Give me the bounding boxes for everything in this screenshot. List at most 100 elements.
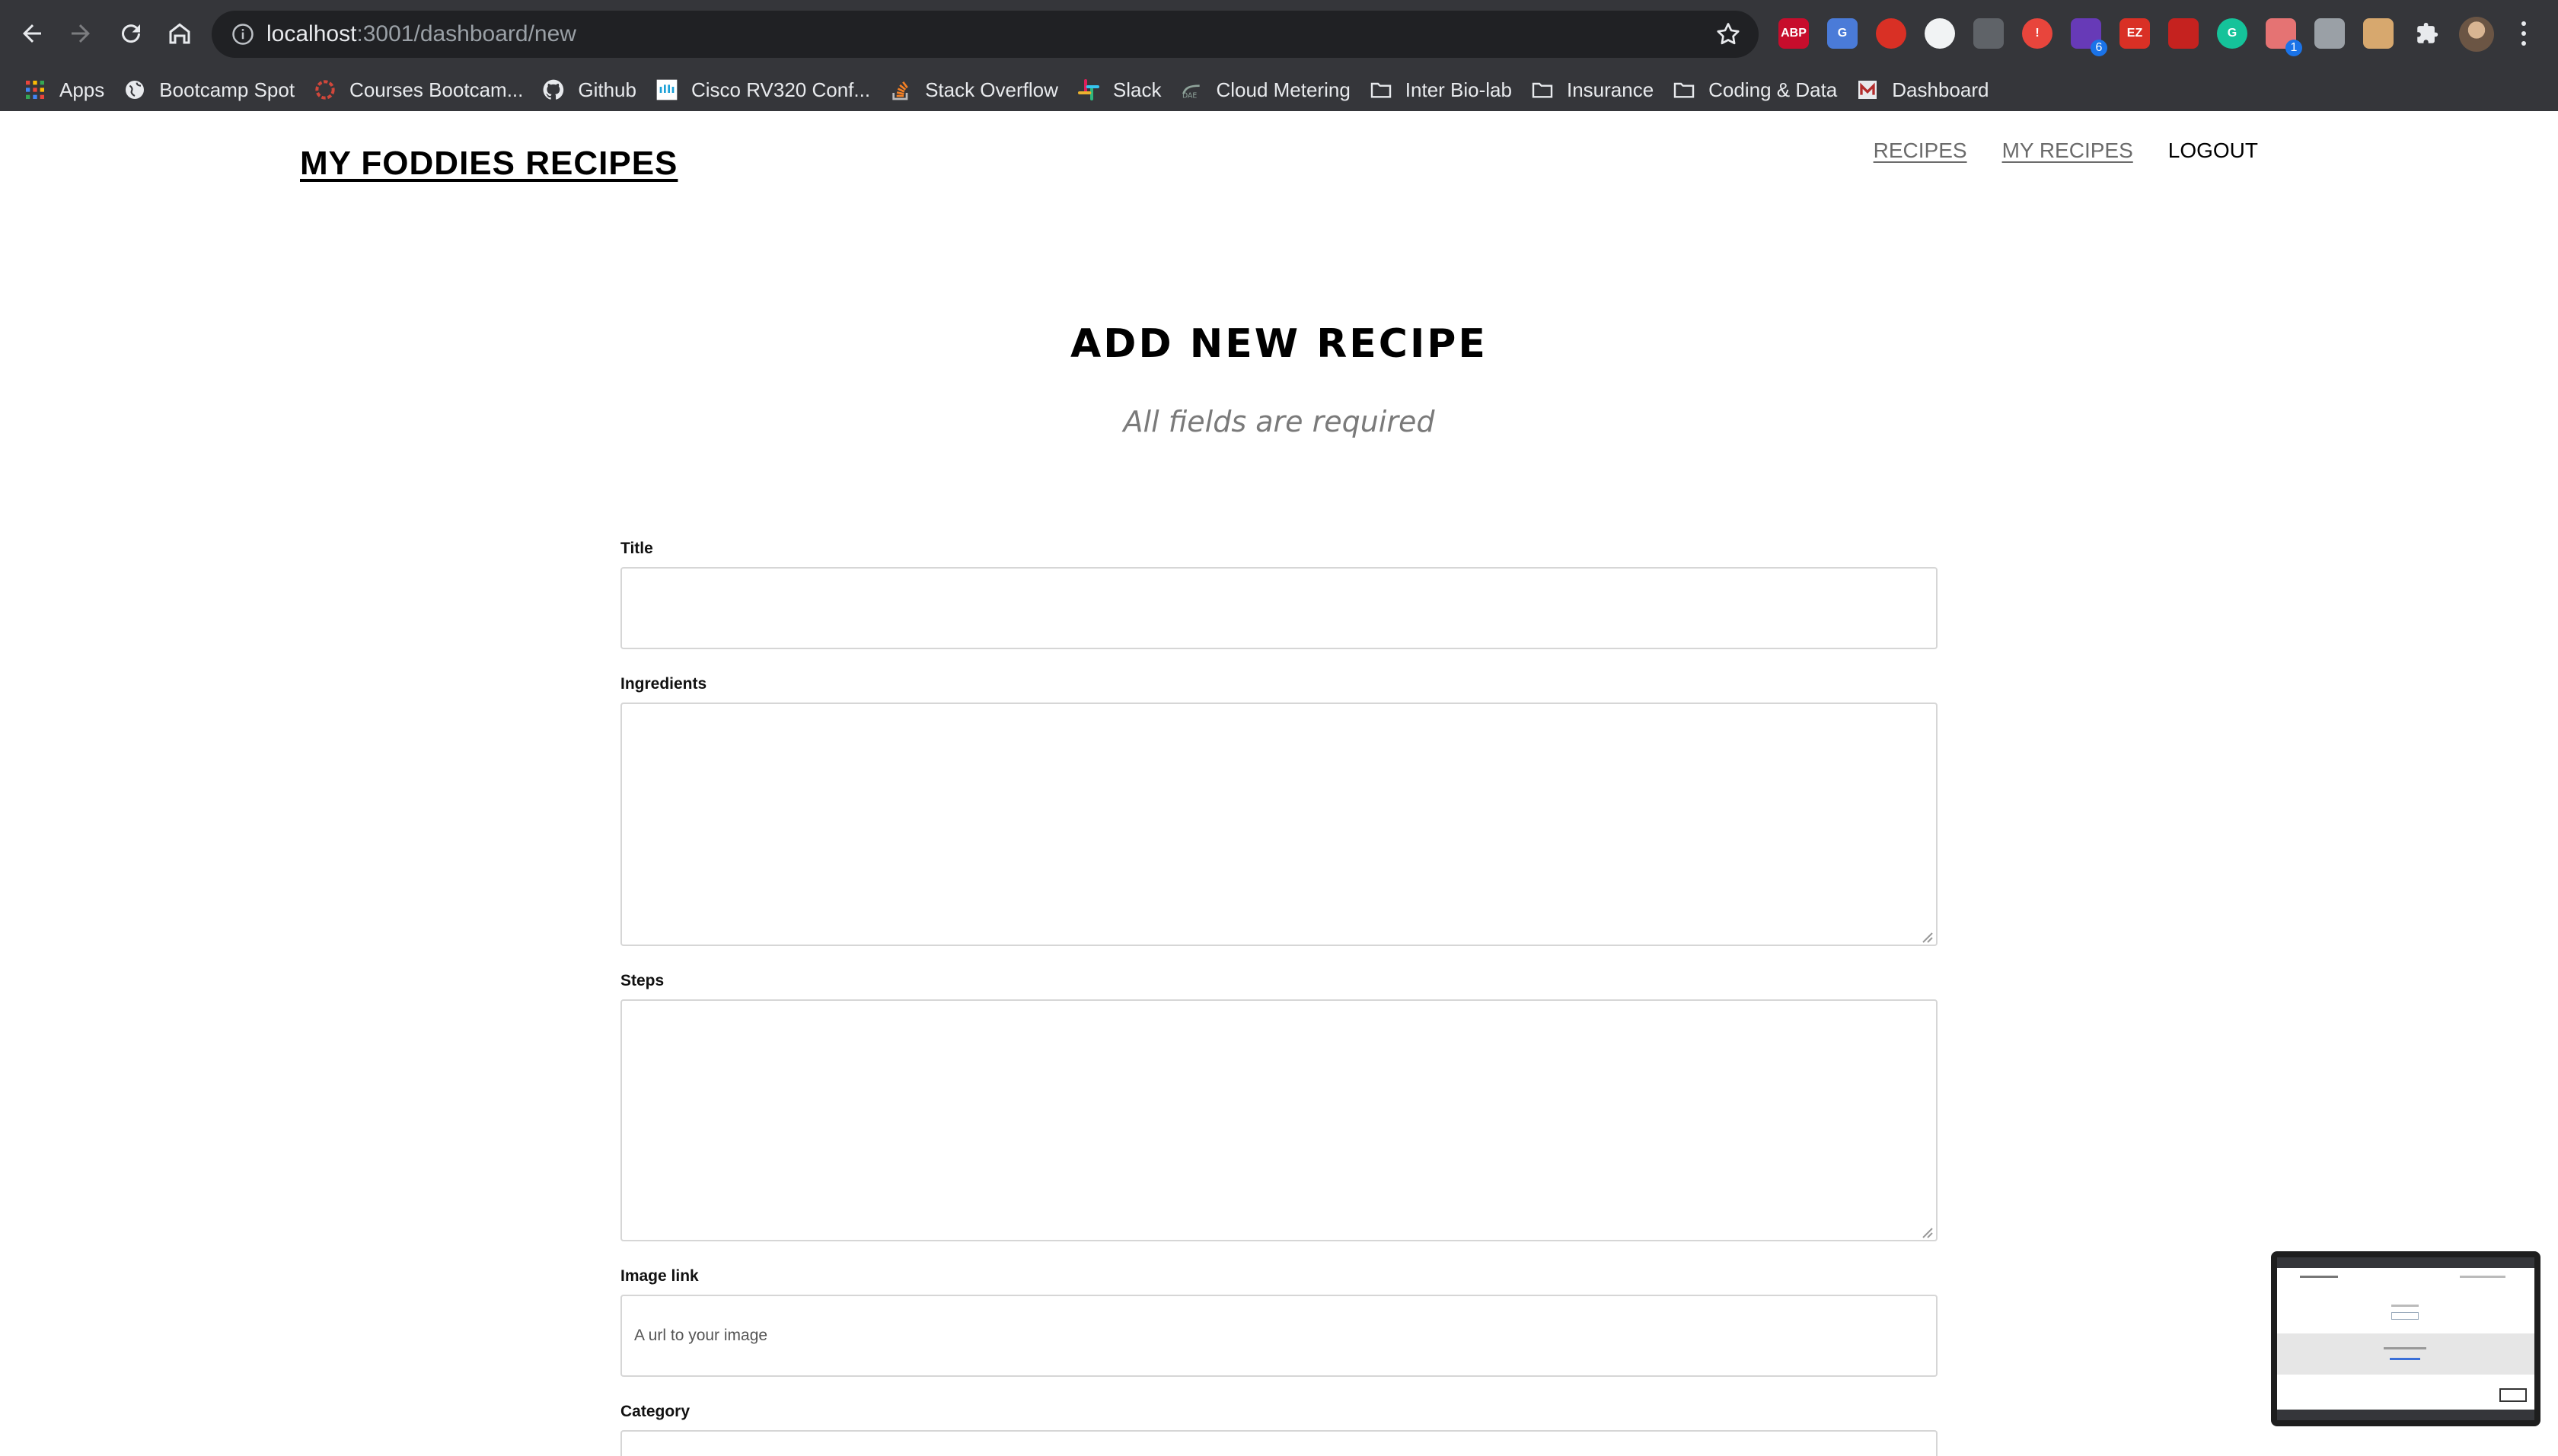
steps-textarea[interactable] (620, 999, 1938, 1241)
camera-extension-icon[interactable] (2314, 18, 2345, 49)
bookmark-label: Dashboard (1892, 78, 1989, 101)
thumbnail-toolbar (2277, 1257, 2534, 1268)
extension-label: G (1837, 27, 1848, 40)
folder-icon (1369, 78, 1393, 102)
address-bar[interactable]: localhost:3001/dashboard/new (212, 11, 1759, 58)
nav-my-recipes-link[interactable]: MY RECIPES (2002, 139, 2133, 163)
category-select[interactable] (620, 1430, 1938, 1456)
bookmark-label: Stack Overflow (925, 78, 1058, 101)
browser-menu-icon[interactable] (2512, 18, 2535, 49)
bookmark-label: Github (578, 78, 636, 101)
grammarly-icon[interactable]: G (2217, 18, 2247, 49)
image-link-input[interactable] (620, 1295, 1938, 1377)
home-button[interactable] (163, 17, 196, 50)
cisco-icon (655, 78, 679, 102)
alert-extension-icon[interactable]: ! (2022, 18, 2052, 49)
thumbnail-footer (2277, 1410, 2534, 1420)
window-preview-thumbnail[interactable] (2271, 1251, 2540, 1426)
puzzle-extensions-icon[interactable] (2412, 18, 2442, 49)
dashboard-icon (1855, 78, 1880, 102)
extension-label: ABP (1781, 27, 1807, 40)
apps-grid-icon (23, 78, 47, 102)
bookmark-label: Cloud Metering (1216, 78, 1351, 101)
extension-badge: 6 (2091, 40, 2107, 56)
category-label: Category (620, 1403, 691, 1420)
title-input[interactable] (620, 567, 1938, 649)
ingredients-label: Ingredients (620, 675, 707, 693)
bookmark-item[interactable]: Dashboard (1846, 68, 1998, 111)
bookmark-label: Insurance (1566, 78, 1654, 101)
bookmark-item[interactable]: DAE Cloud Metering (1170, 68, 1359, 111)
bookmark-item[interactable]: Github (532, 68, 646, 111)
slack-icon (1076, 78, 1101, 102)
site-nav: RECIPES MY RECIPES LOGOUT (1874, 139, 2258, 163)
ingredients-textarea[interactable] (620, 703, 1938, 946)
extension-label: EZ (2126, 27, 2143, 40)
stackoverflow-icon (888, 78, 913, 102)
bookmark-item[interactable]: Inter Bio-lab (1360, 68, 1521, 111)
ez-extension-icon[interactable]: EZ (2119, 18, 2150, 49)
bookmark-label: Inter Bio-lab (1405, 78, 1512, 101)
reload-button[interactable] (114, 17, 148, 50)
google-translate-icon[interactable]: G (1827, 18, 1858, 49)
thumbnail-band-line (2384, 1347, 2426, 1349)
profile-avatar[interactable] (2459, 17, 2494, 52)
cookie-extension-icon[interactable] (2363, 18, 2394, 49)
thumbnail-title-line (2300, 1276, 2338, 1278)
site-title-link[interactable]: MY FODDIES RECIPES (300, 145, 678, 183)
cloud-metering-icon: DAE (1179, 78, 1204, 102)
bookmark-item[interactable]: Courses Bootcam... (304, 68, 532, 111)
bookmark-label: Slack (1112, 78, 1162, 101)
reload-icon (122, 24, 141, 43)
site-info-icon[interactable] (230, 21, 256, 47)
bookmark-label: Coding & Data (1708, 78, 1838, 101)
bookmark-star-icon[interactable] (1714, 21, 1742, 48)
browser-toolbar: localhost:3001/dashboard/new ABP G! 6 EZ G 1 (0, 0, 2558, 68)
title-label: Title (620, 540, 653, 557)
globe-icon (123, 78, 147, 102)
forward-arrow-icon (72, 24, 90, 43)
svg-text:DAE: DAE (1182, 92, 1197, 100)
circle-extension-icon[interactable] (1925, 18, 1955, 49)
page-content: MY FODDIES RECIPES RECIPES MY RECIPES LO… (0, 111, 2558, 1456)
home-icon (169, 23, 190, 44)
back-arrow-icon (23, 24, 41, 43)
browser-chrome: localhost:3001/dashboard/new ABP G! 6 EZ G 1 … (0, 0, 2558, 111)
pdf-extension-icon[interactable] (2168, 18, 2199, 49)
thumbnail-box (2391, 1312, 2419, 1320)
recorder-extension-icon[interactable]: 1 (2266, 18, 2302, 56)
url-text: localhost:3001/dashboard/new (266, 21, 576, 47)
folder-icon (1530, 78, 1555, 102)
folder-icon (1672, 78, 1696, 102)
url-path: :3001/dashboard/new (356, 21, 576, 46)
resize-grip-icon[interactable] (1919, 929, 1933, 943)
page-subheading: All fields are required (1123, 405, 1435, 438)
bookmark-label: Cisco RV320 Conf... (691, 78, 871, 101)
stop-hand-icon[interactable] (1876, 18, 1906, 49)
thumbnail-band (2277, 1333, 2534, 1375)
forward-button[interactable] (64, 17, 97, 50)
bookmark-label: Apps (59, 78, 105, 101)
bookmark-item[interactable]: Slack (1067, 68, 1171, 111)
nav-logout-link[interactable]: LOGOUT (2168, 139, 2258, 163)
thumbnail-heading-line (2391, 1305, 2419, 1307)
bookmark-item[interactable]: Insurance (1521, 68, 1663, 111)
back-button[interactable] (15, 17, 49, 50)
nav-recipes-link[interactable]: RECIPES (1874, 139, 1967, 163)
thumbnail-nav-line (2460, 1276, 2505, 1278)
bookmark-item[interactable]: Apps (14, 68, 113, 111)
script-extension-icon[interactable] (1973, 18, 2004, 49)
bookmark-item[interactable]: Stack Overflow (879, 68, 1067, 111)
bookmark-label: Courses Bootcam... (349, 78, 524, 101)
resize-grip-icon[interactable] (1919, 1225, 1933, 1238)
extension-label: G (2227, 27, 2237, 40)
shapes-extension-icon[interactable]: 6 (2071, 18, 2107, 56)
page-heading: ADD NEW RECIPE (1070, 321, 1488, 367)
steps-label: Steps (620, 972, 665, 989)
bookmark-item[interactable]: Coding & Data (1663, 68, 1846, 111)
bookmarks-bar: Apps Bootcamp Spot Courses Bootcam... Githu… (0, 68, 2558, 111)
adblock-plus-icon[interactable]: ABP (1778, 18, 1809, 49)
url-host: localhost (266, 21, 357, 46)
bookmark-item[interactable]: Cisco RV320 Conf... (646, 68, 879, 111)
bookmark-item[interactable]: Bootcamp Spot (113, 68, 304, 111)
